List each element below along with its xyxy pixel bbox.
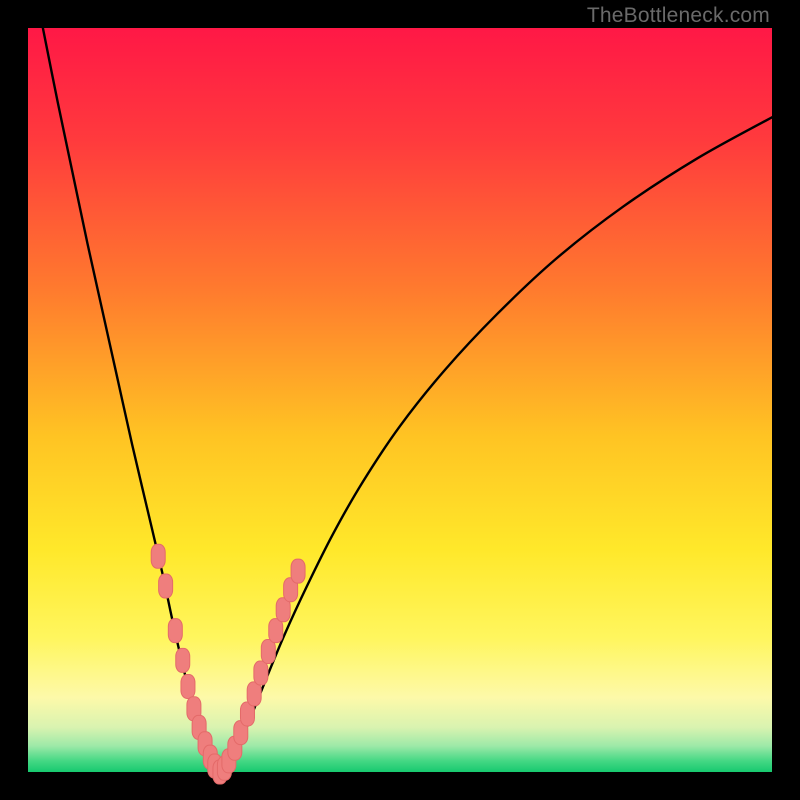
curve-left-branch [43, 28, 220, 772]
marker-point [168, 619, 182, 643]
marker-point [151, 544, 165, 568]
chart-frame: TheBottleneck.com [0, 0, 800, 800]
marker-point [261, 639, 275, 663]
marker-point [176, 648, 190, 672]
marker-group [151, 544, 305, 784]
plot-area [28, 28, 772, 772]
curves-layer [28, 28, 772, 772]
marker-point [159, 574, 173, 598]
marker-point [269, 619, 283, 643]
marker-point [254, 661, 268, 685]
curve-right-branch [220, 117, 772, 772]
marker-point [181, 674, 195, 698]
marker-point [291, 559, 305, 583]
watermark-text: TheBottleneck.com [587, 4, 770, 28]
